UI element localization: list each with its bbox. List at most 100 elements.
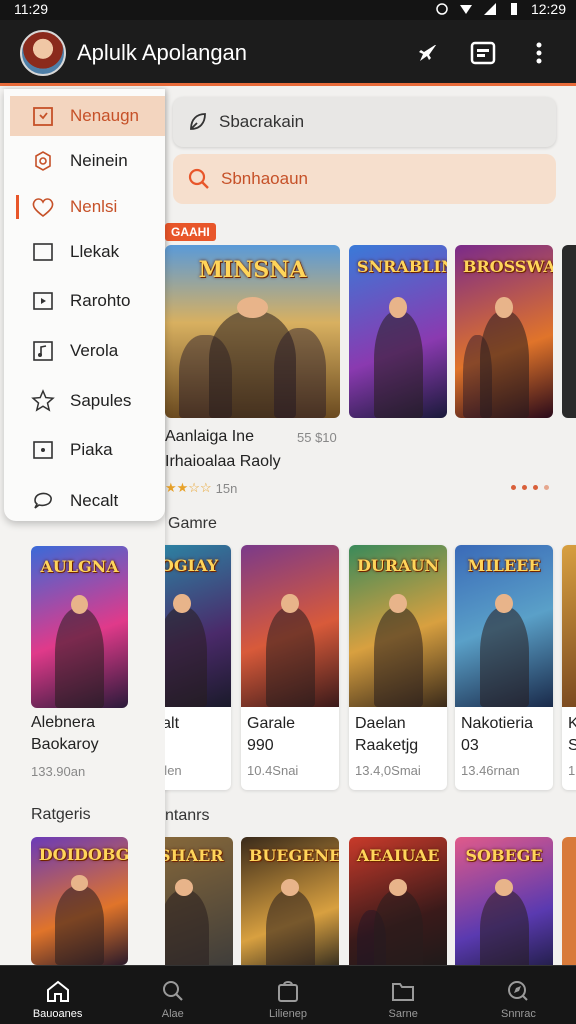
folder-icon bbox=[392, 983, 415, 1001]
drawer-item-label: Verola bbox=[70, 341, 119, 360]
drawer-item-label: Piaka bbox=[70, 440, 113, 459]
compass-icon bbox=[508, 981, 529, 1001]
side-game-card-art[interactable]: AULGNA bbox=[31, 546, 128, 708]
drawer-item-label: Llekak bbox=[70, 242, 120, 261]
drawer-item-6[interactable]: Verola bbox=[10, 331, 165, 371]
bottom-navigation: Bauoanes Alae Lilienep Sarne Snnrac bbox=[0, 965, 576, 1024]
featured-card-1[interactable]: MINSNA bbox=[165, 245, 340, 418]
drawer-item-label: Nenlsi bbox=[70, 197, 118, 216]
nav-label: Snnrac bbox=[500, 1008, 536, 1020]
game-card[interactable]: MILEEE Nakotieria 03 13.46rnan bbox=[455, 545, 553, 790]
bottom-tile[interactable]: AEAIUAE bbox=[349, 837, 447, 965]
side-game-size: 133.90an bbox=[31, 764, 86, 779]
nav-label: Alae bbox=[161, 1008, 184, 1020]
nav-label: Sarne bbox=[388, 1008, 418, 1020]
rating-stars-icon: ★★☆☆ bbox=[165, 480, 212, 495]
drawer-item-5[interactable]: Rarohto bbox=[10, 281, 165, 321]
drawer-item-2[interactable]: Neinein bbox=[10, 141, 165, 181]
status-clock-right: 12:29 bbox=[530, 1, 566, 17]
art-title: DOIDOBG bbox=[38, 845, 128, 865]
section-title-ratgeris: Ratgeris bbox=[31, 806, 91, 823]
drawer-item-3[interactable]: Nenlsi bbox=[10, 187, 165, 227]
art-title: BUEGENE bbox=[248, 846, 339, 866]
bag-icon bbox=[278, 981, 298, 1002]
search-bar[interactable]: Sbacrakain bbox=[173, 97, 556, 147]
signal-icon bbox=[483, 3, 496, 15]
search-input-placeholder: Sbnhaoaun bbox=[221, 169, 308, 188]
avatar[interactable] bbox=[20, 30, 66, 76]
side-game-name: Alebnera Baokaroy bbox=[31, 714, 99, 753]
game-card[interactable]: DURAUN Daelan Raaketjg 13.4,0Smai bbox=[349, 545, 447, 790]
section-title-games: Gamre bbox=[168, 515, 217, 532]
drawer-item-label: Sapules bbox=[70, 391, 132, 410]
leaf-icon bbox=[190, 113, 206, 130]
nav-item-saved[interactable]: Sarne bbox=[346, 966, 461, 1024]
drawer-item-7[interactable]: Sapules bbox=[10, 381, 165, 421]
search-icon bbox=[188, 168, 209, 189]
drawer-item-label: Neinein bbox=[70, 151, 128, 170]
main-content: Sbacrakain Sbnhaoaun GAAHI MINSNA SNRABL… bbox=[165, 89, 576, 965]
nav-item-explore[interactable]: Snnrac bbox=[461, 966, 576, 1024]
art-title: AEAIUAE bbox=[356, 846, 440, 866]
nav-label: Lilienep bbox=[269, 1008, 307, 1020]
drawer-item-label: Rarohto bbox=[70, 291, 131, 310]
nav-item-library[interactable]: Lilienep bbox=[230, 966, 345, 1024]
navigation-drawer: Nenaugn Neinein Nenlsi Llekak Rarohto Ve… bbox=[4, 89, 165, 521]
status-bar: 11:29 12:29 bbox=[0, 0, 576, 20]
bottom-tile-partial[interactable] bbox=[562, 837, 576, 965]
art-title: DURAUN bbox=[356, 555, 440, 575]
art-title: SOBEGE bbox=[465, 846, 543, 866]
game-name: Daelan Raaketjg bbox=[355, 715, 419, 754]
gear-icon bbox=[30, 148, 56, 174]
game-name: Nakotieria 03 bbox=[461, 715, 534, 754]
nav-item-search[interactable]: Alae bbox=[115, 966, 230, 1024]
play-icon bbox=[30, 288, 56, 314]
bottom-tile[interactable]: NSHAER bbox=[165, 837, 233, 965]
game-name: Aulalt bbox=[165, 715, 180, 732]
rocket-button[interactable] bbox=[412, 38, 442, 68]
search-icon bbox=[162, 981, 183, 1001]
game-name: K S bbox=[568, 715, 576, 754]
game-size: 13.4,0Smai bbox=[355, 763, 421, 778]
search-placeholder: Sbacrakain bbox=[219, 112, 305, 131]
art-title: BROSSWAAS bbox=[462, 256, 553, 276]
more-button[interactable] bbox=[524, 38, 554, 68]
cast-icon bbox=[470, 41, 496, 65]
nav-item-home[interactable]: Bauoanes bbox=[0, 966, 115, 1024]
art-title: MINSNA bbox=[198, 256, 307, 283]
drawer-item-4[interactable]: Llekak bbox=[10, 232, 165, 272]
drawer-item-label: Nenaugn bbox=[70, 106, 140, 125]
rating-value: 15n bbox=[215, 480, 238, 496]
app-bar: Aplulk Apolangan bbox=[0, 20, 576, 86]
status-time: 11:29 bbox=[14, 1, 48, 17]
app-title: Aplulk Apolangan bbox=[77, 40, 248, 65]
featured-price: 55 $10 bbox=[297, 430, 337, 445]
side-bottom-tile[interactable]: DOIDOBG bbox=[31, 837, 128, 965]
bottom-tile[interactable]: BUEGENE bbox=[241, 837, 339, 965]
drawer-item-8[interactable]: Piaka bbox=[10, 430, 165, 470]
featured-card-2[interactable]: SNRABLIN bbox=[349, 245, 447, 418]
featured-rating: ★★☆☆ 15n bbox=[165, 480, 237, 496]
cast-button[interactable] bbox=[468, 38, 498, 68]
art-title: DOGIAY bbox=[165, 555, 218, 575]
featured-badge: GAAHI bbox=[165, 223, 216, 241]
bottom-tile[interactable]: SOBEGE bbox=[455, 837, 553, 965]
game-name: Garale 990 bbox=[247, 715, 296, 754]
featured-card-partial[interactable] bbox=[562, 245, 576, 418]
art-title: NSHAER bbox=[165, 846, 224, 866]
drawer-item-1[interactable]: Nenaugn bbox=[10, 96, 165, 136]
more-vertical-icon bbox=[536, 42, 542, 64]
square-icon bbox=[30, 239, 56, 265]
search-input[interactable]: Sbnhaoaun bbox=[173, 154, 556, 204]
game-card[interactable]: Garale 990 10.4Snai bbox=[241, 545, 339, 790]
carousel-dots[interactable] bbox=[511, 485, 549, 490]
game-card[interactable]: DOGIAY Aulalt 30.0len bbox=[165, 545, 231, 790]
game-size: 13.46rnan bbox=[461, 763, 520, 778]
alarm-icon bbox=[436, 3, 448, 15]
featured-card-3[interactable]: BROSSWAAS bbox=[455, 245, 553, 418]
calendar-icon bbox=[30, 103, 56, 129]
drawer-item-9[interactable]: Necalt bbox=[10, 481, 165, 521]
game-size: 30.0len bbox=[165, 763, 182, 778]
game-card[interactable]: K S 1 bbox=[562, 545, 576, 790]
featured-title-line1: Aanlaiga Ine bbox=[165, 428, 254, 445]
